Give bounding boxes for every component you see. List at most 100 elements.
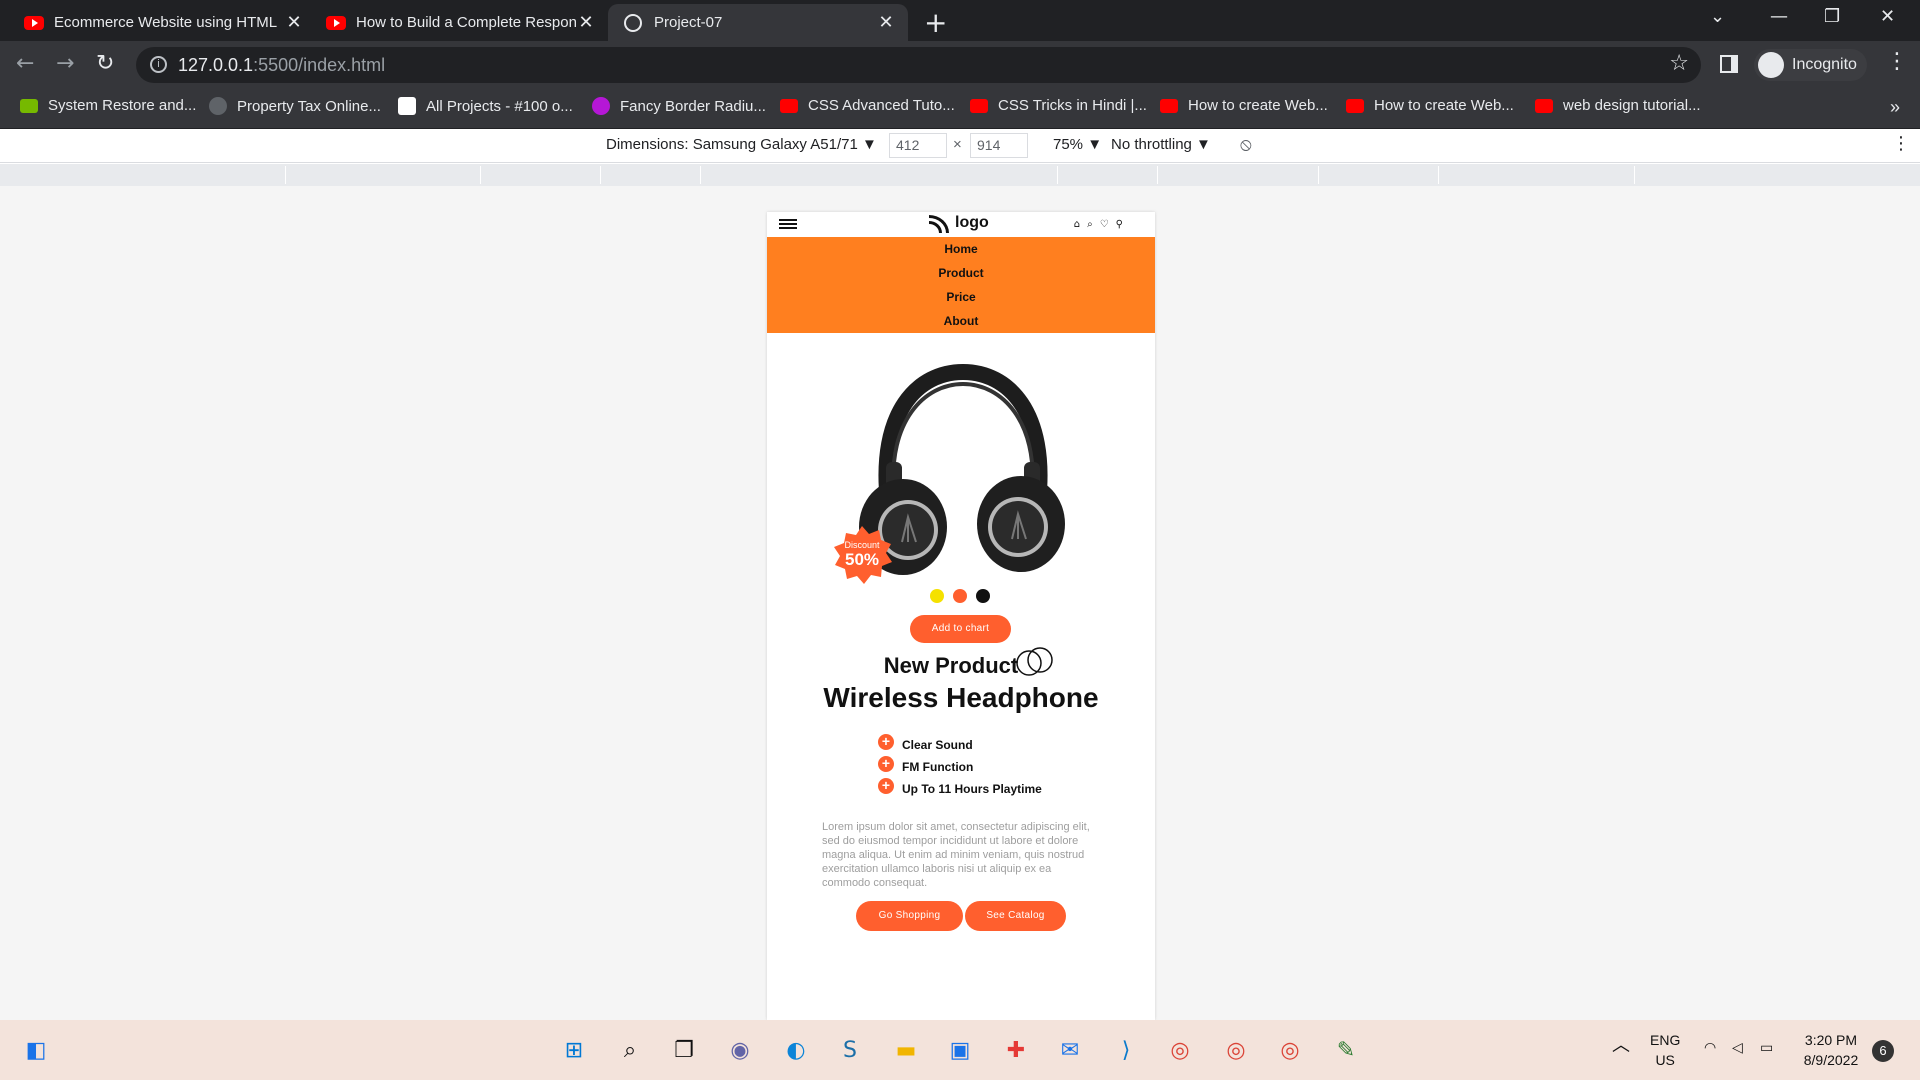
app-s-icon[interactable]: S [832, 1032, 868, 1068]
nav-price[interactable]: Price [767, 285, 1155, 309]
breakpoint-marker[interactable] [1438, 166, 1439, 184]
bookmark-item[interactable]: Fancy Border Radiu... [592, 97, 766, 115]
nav-about[interactable]: About [767, 309, 1155, 333]
show-hidden-icons[interactable]: ︿ [1612, 1036, 1630, 1056]
device-select[interactable]: Dimensions: Samsung Galaxy A51/71 ▼ [606, 136, 877, 153]
bookmark-item[interactable]: CSS Advanced Tuto... [780, 97, 955, 114]
tab-title: Project-07 [654, 14, 723, 31]
tab-search-icon[interactable]: ⌄ [1710, 6, 1725, 27]
throttling-select[interactable]: No throttling ▼ [1111, 136, 1211, 153]
device-menu-icon[interactable]: ⋮ [1892, 133, 1910, 154]
close-tab-icon[interactable]: ✕ [284, 12, 304, 33]
close-tab-icon[interactable]: ✕ [576, 12, 596, 33]
bookmark-item[interactable]: Property Tax Online... [209, 97, 381, 115]
vscode-icon[interactable]: ⟩ [1108, 1032, 1144, 1068]
file-explorer-icon[interactable]: ▬ [888, 1032, 924, 1068]
start-icon[interactable]: ⊞ [556, 1032, 592, 1068]
address-bar[interactable]: i 127.0.0.1:5500/index.html ☆ [136, 47, 1701, 83]
language-indicator[interactable]: ENG US [1650, 1030, 1680, 1070]
globe-icon [209, 97, 227, 115]
breakpoint-marker[interactable] [1157, 166, 1158, 184]
tab-project-07[interactable]: Project-07 ✕ [608, 4, 908, 41]
clock[interactable]: 3:20 PM 8/9/2022 [1800, 1030, 1862, 1070]
mobile-nav: Home Product Price About [767, 237, 1155, 333]
site-logo[interactable]: logo [929, 213, 989, 233]
rings-icon [1016, 647, 1053, 676]
tab-ecommerce[interactable]: Ecommerce Website using HTML ✕ [0, 4, 316, 41]
incognito-button[interactable]: Incognito [1754, 49, 1867, 81]
swatch-orange[interactable] [953, 589, 967, 603]
bookmark-item[interactable]: How to create Web... [1160, 97, 1328, 114]
chrome-icon[interactable]: ◎ [1162, 1032, 1198, 1068]
chat-icon[interactable]: ◉ [722, 1032, 758, 1068]
breakpoint-marker[interactable] [600, 166, 601, 184]
breakpoint-marker[interactable] [1634, 166, 1635, 184]
new-tab-icon[interactable]: + [924, 6, 947, 39]
back-icon[interactable]: ← [16, 51, 34, 76]
bag-icon[interactable]: ⌂ [1074, 219, 1080, 230]
bookmark-item[interactable]: How to create Web... [1346, 97, 1514, 114]
menu-dots-icon[interactable]: ⋮ [1886, 49, 1908, 74]
bookmark-label: System Restore and... [48, 97, 197, 114]
mail-icon[interactable]: ✉ [1052, 1032, 1088, 1068]
gift-icon[interactable]: ✚ [998, 1032, 1034, 1068]
side-panel-icon[interactable] [1720, 55, 1738, 73]
widgets-icon[interactable]: ◧ [18, 1032, 54, 1068]
bookmark-star-icon[interactable]: ☆ [1669, 51, 1689, 76]
user-icon[interactable]: ⚲ [1116, 219, 1123, 230]
search-icon[interactable]: ⌕ [612, 1032, 648, 1068]
restore-icon[interactable]: ❐ [1824, 6, 1840, 27]
header-icons: ⌂ ⌕ ♡ ⚲ [1074, 219, 1123, 230]
breakpoint-marker[interactable] [1318, 166, 1319, 184]
reload-icon[interactable]: ↻ [96, 51, 114, 76]
close-window-icon[interactable]: ✕ [1880, 6, 1895, 27]
rotate-icon[interactable]: ⦸ [1240, 134, 1252, 155]
heart-icon[interactable]: ♡ [1100, 219, 1109, 230]
task-view-icon[interactable]: ❐ [666, 1032, 702, 1068]
url-path: :5500/index.html [253, 54, 386, 75]
tab-responsive[interactable]: How to Build a Complete Respon ✕ [316, 4, 608, 41]
height-input[interactable]: 914 [970, 133, 1028, 158]
notification-badge[interactable]: 6 [1872, 1040, 1894, 1062]
hamburger-menu-icon[interactable] [779, 219, 797, 229]
battery-icon[interactable]: ▭ [1760, 1038, 1773, 1058]
zoom-select[interactable]: 75% ▼ [1053, 136, 1102, 153]
site-info-icon[interactable]: i [150, 56, 167, 73]
breakpoint-marker[interactable] [1057, 166, 1058, 184]
nav-home[interactable]: Home [767, 237, 1155, 261]
discount-value: 50% [844, 550, 880, 569]
more-bookmarks-icon[interactable]: » [1890, 97, 1900, 118]
minimize-icon[interactable]: — [1770, 6, 1788, 27]
paint-icon[interactable]: ✎ [1328, 1032, 1364, 1068]
close-tab-icon[interactable]: ✕ [876, 12, 896, 33]
swatch-yellow[interactable] [930, 589, 944, 603]
breakpoint-marker[interactable] [700, 166, 701, 184]
nav-product[interactable]: Product [767, 261, 1155, 285]
store-icon[interactable]: ▣ [942, 1032, 978, 1068]
chrome-profile-icon[interactable]: ◎ [1272, 1032, 1308, 1068]
bookmark-item[interactable]: CSS Tricks in Hindi |... [970, 97, 1147, 114]
bookmark-label: How to create Web... [1374, 97, 1514, 114]
swatch-black[interactable] [976, 589, 990, 603]
breakpoint-marker[interactable] [285, 166, 286, 184]
clock-time: 3:20 PM [1804, 1032, 1858, 1048]
media-query-bar[interactable] [0, 164, 1920, 186]
youtube-icon [24, 15, 44, 30]
width-input[interactable]: 412 [889, 133, 947, 158]
search-icon[interactable]: ⌕ [1087, 219, 1093, 230]
go-shopping-button[interactable]: Go Shopping [856, 901, 963, 931]
discount-label: Discount [844, 540, 880, 550]
chrome-profile-icon[interactable]: ◎ [1218, 1032, 1254, 1068]
forward-icon[interactable]: → [56, 51, 74, 76]
see-catalog-button[interactable]: See Catalog [965, 901, 1066, 931]
feature-list: + Clear Sound + FM Function + Up To 11 Hour… [878, 734, 1042, 800]
volume-icon[interactable]: ◁ [1732, 1038, 1743, 1058]
wifi-icon[interactable]: ◠ [1704, 1038, 1716, 1058]
emulated-page: logo ⌂ ⌕ ♡ ⚲ Home Product Price About Di… [767, 212, 1155, 1020]
bookmark-item[interactable]: All Projects - #100 o... [398, 97, 573, 115]
breakpoint-marker[interactable] [480, 166, 481, 184]
edge-icon[interactable]: ◐ [778, 1032, 814, 1068]
bookmark-item[interactable]: web design tutorial... [1535, 97, 1701, 114]
add-to-cart-button[interactable]: Add to chart [910, 615, 1011, 643]
bookmark-item[interactable]: System Restore and... [20, 97, 196, 114]
